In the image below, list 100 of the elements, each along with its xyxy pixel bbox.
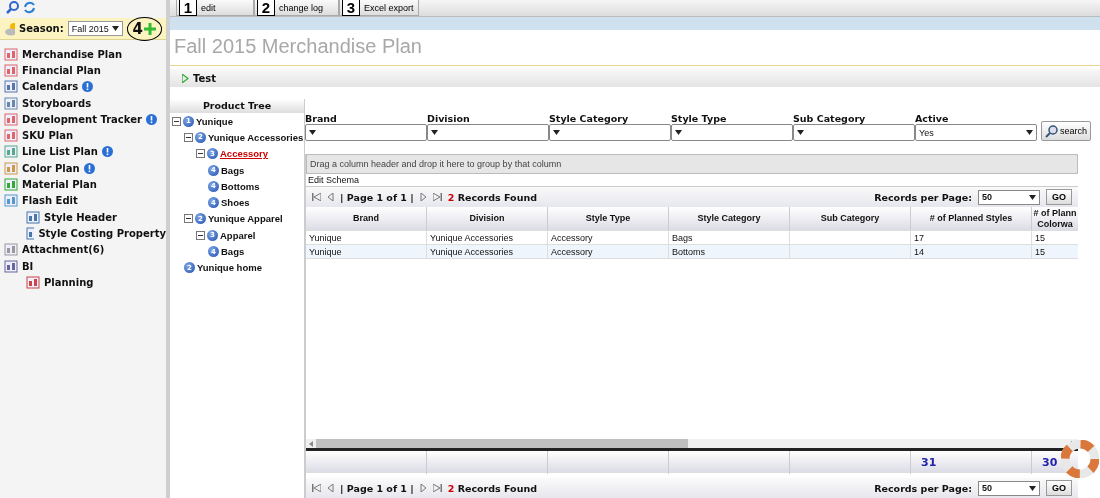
collapse-icon[interactable]: [196, 230, 205, 240]
weather-icon: [4, 21, 16, 36]
table-cell: Yunique Accessories: [427, 245, 548, 259]
previous-page-icon[interactable]: [327, 484, 334, 492]
nav-item[interactable]: SKU Plan: [0, 127, 166, 144]
filter-select[interactable]: Yes: [915, 124, 1037, 141]
group-hint: Drag a column header and drop it here to group by that column: [306, 154, 1078, 174]
filter-label: Style Type: [671, 113, 728, 124]
total-value: 31: [911, 451, 1032, 474]
collapse-icon[interactable]: [184, 214, 193, 224]
tree-node[interactable]: Yunique Apparel: [208, 213, 283, 225]
table-cell: 14: [911, 245, 1032, 259]
first-page-icon[interactable]: [312, 484, 321, 492]
page-indicator: | Page 1 of 1 |: [340, 482, 414, 494]
chart-icon: [4, 112, 18, 126]
nav-item[interactable]: Calendars: [0, 78, 166, 95]
previous-page-icon[interactable]: [327, 193, 334, 201]
callout-number: 3: [342, 0, 360, 16]
tree-header: Product Tree: [170, 99, 304, 113]
nav-item[interactable]: Material Plan: [0, 176, 166, 193]
dropdown-arrow-icon: [431, 130, 438, 135]
filter-select[interactable]: [793, 124, 915, 141]
callout-number: 1: [179, 0, 197, 16]
search-button[interactable]: search: [1041, 121, 1091, 141]
toolbar-button[interactable]: 3 Excel export: [339, 0, 419, 16]
tree-node[interactable]: Yunique: [196, 115, 233, 127]
dropdown-arrow-icon: [797, 130, 804, 135]
dropdown-arrow-icon: [1029, 194, 1036, 200]
collapse-icon[interactable]: [196, 149, 205, 159]
nav-item[interactable]: Flash Edit: [0, 192, 166, 209]
nav-item[interactable]: Planning: [0, 274, 166, 291]
toolbar-button[interactable]: 1 edit: [176, 0, 254, 16]
total-value: 30: [1032, 451, 1078, 474]
go-button[interactable]: GO: [1046, 189, 1072, 205]
lifebuoy-icon[interactable]: [1061, 440, 1099, 478]
scroll-left-icon[interactable]: [309, 440, 313, 447]
season-label: Season:: [19, 23, 64, 34]
tree-node[interactable]: Shoes: [221, 197, 250, 209]
nav-item[interactable]: Development Tracker: [0, 111, 166, 128]
search-icon[interactable]: [6, 1, 19, 14]
chart-icon: [4, 47, 18, 61]
column-header[interactable]: # of Plann Colorwa: [1033, 208, 1077, 229]
column-header[interactable]: Sub Category: [820, 213, 880, 224]
section-header[interactable]: Test: [170, 69, 1100, 87]
dropdown-arrow-icon: [1026, 130, 1033, 135]
first-page-icon[interactable]: [312, 193, 321, 201]
per-page-select[interactable]: 50: [978, 189, 1040, 205]
per-page-select[interactable]: 50: [978, 480, 1040, 496]
last-page-icon[interactable]: [432, 193, 442, 201]
next-page-icon[interactable]: [419, 484, 427, 492]
filter-select[interactable]: [305, 124, 427, 141]
tree-node[interactable]: Yunique Accessories: [208, 131, 304, 143]
collapse-icon[interactable]: [172, 116, 181, 126]
toolbar-button[interactable]: 2 change log: [254, 0, 339, 16]
column-header[interactable]: # of Planned Styles: [929, 213, 1013, 224]
tree-node[interactable]: Bags: [221, 164, 245, 176]
records-per-page-label: Records per Page:: [874, 191, 972, 203]
filter-select[interactable]: [427, 124, 549, 141]
records-per-page-label: Records per Page:: [874, 482, 972, 494]
go-button[interactable]: GO: [1046, 480, 1072, 496]
table-cell: Accessory: [548, 245, 669, 259]
horizontal-scrollbar[interactable]: [306, 439, 1078, 451]
filter-label: Active: [915, 113, 950, 124]
nav-item[interactable]: Style Header: [0, 208, 166, 226]
callout-number: 2: [257, 0, 275, 16]
nav-item[interactable]: Storyboards: [0, 94, 166, 112]
add-icon[interactable]: [144, 22, 156, 35]
nav-item[interactable]: Merchandise Plan: [0, 46, 166, 63]
column-header[interactable]: Brand: [353, 213, 379, 224]
nav-item[interactable]: BI: [0, 257, 166, 275]
nav-item[interactable]: Attachment(6): [0, 241, 166, 258]
column-header[interactable]: Style Category: [697, 213, 761, 224]
chart-icon: [4, 129, 18, 143]
nav-item[interactable]: Color Plan: [0, 160, 166, 177]
season-select[interactable]: Fall 2015: [67, 21, 123, 36]
column-header[interactable]: Division: [469, 213, 505, 224]
dropdown-arrow-icon: [675, 130, 682, 135]
filter-select[interactable]: [671, 124, 793, 141]
nav-item[interactable]: Line List Plan: [0, 143, 166, 161]
dropdown-arrow-icon: [553, 130, 560, 135]
column-header[interactable]: Style Type: [585, 213, 631, 224]
table-cell: Bottoms: [669, 245, 790, 259]
nav-item[interactable]: Style Costing Property: [0, 225, 166, 242]
table-cell: Yunique: [306, 245, 427, 259]
last-page-icon[interactable]: [432, 484, 442, 492]
records-found: 2 Records Found: [447, 482, 537, 494]
nav-item[interactable]: Financial Plan: [0, 62, 166, 79]
tree-node[interactable]: Yunique home: [197, 262, 262, 274]
page-indicator: | Page 1 of 1 |: [340, 191, 414, 203]
tree-node[interactable]: Apparel: [220, 229, 256, 241]
callout-number: 4: [132, 19, 143, 38]
tree-node[interactable]: Bottoms: [221, 180, 260, 192]
refresh-icon[interactable]: [23, 1, 36, 14]
next-page-icon[interactable]: [419, 193, 427, 201]
search-icon: [1045, 124, 1058, 138]
tree-node[interactable]: Accessory: [220, 148, 269, 160]
collapse-icon[interactable]: [184, 132, 193, 142]
filter-select[interactable]: [549, 124, 671, 141]
tree-node[interactable]: Bags: [221, 246, 245, 257]
filter-label: Style Category: [549, 113, 630, 124]
